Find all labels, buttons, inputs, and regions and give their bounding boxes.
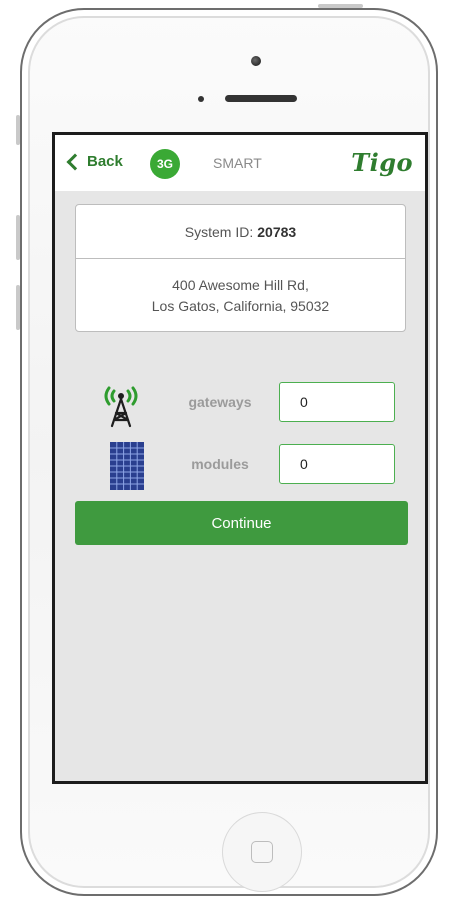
mode-label: SMART [213, 155, 262, 171]
system-card: System ID: 20783 400 Awesome Hill Rd, Lo… [75, 204, 406, 332]
modules-input[interactable] [279, 444, 395, 484]
home-button-icon [251, 841, 273, 863]
top-bar: Back 3G SMART Tigo [55, 135, 425, 191]
back-label: Back [87, 153, 123, 170]
chevron-left-icon [66, 153, 84, 170]
solar-panel-icon [95, 442, 147, 490]
modules-row: modules [55, 442, 425, 490]
back-button[interactable]: Back [65, 153, 123, 170]
address-line-1: 400 Awesome Hill Rd, [172, 277, 309, 293]
volume-up-button [16, 215, 20, 260]
system-id-value: 20783 [257, 223, 297, 240]
proximity-sensor [198, 96, 204, 102]
network-badge: 3G [150, 149, 180, 179]
volume-down-button [16, 285, 20, 330]
address-row: 400 Awesome Hill Rd, Los Gatos, Californ… [76, 259, 405, 333]
mute-switch [16, 115, 20, 145]
tigo-logo: Tigo [351, 148, 413, 177]
home-button[interactable] [222, 812, 302, 892]
gateways-label: gateways [188, 394, 252, 410]
system-id-label: System ID: [184, 223, 254, 240]
modules-label: modules [191, 456, 249, 472]
system-id-row: System ID: 20783 [76, 205, 405, 259]
continue-button[interactable]: Continue [75, 501, 408, 545]
gateways-row: gateways [55, 380, 425, 428]
earpiece-speaker [225, 95, 297, 102]
power-button [318, 4, 363, 8]
front-camera [251, 56, 261, 66]
app-screen: Back 3G SMART Tigo System ID: 20783 400 … [52, 132, 428, 784]
address-line-2: Los Gatos, California, 95032 [151, 298, 330, 314]
radio-tower-icon [95, 380, 147, 428]
gateways-input[interactable] [279, 382, 395, 422]
